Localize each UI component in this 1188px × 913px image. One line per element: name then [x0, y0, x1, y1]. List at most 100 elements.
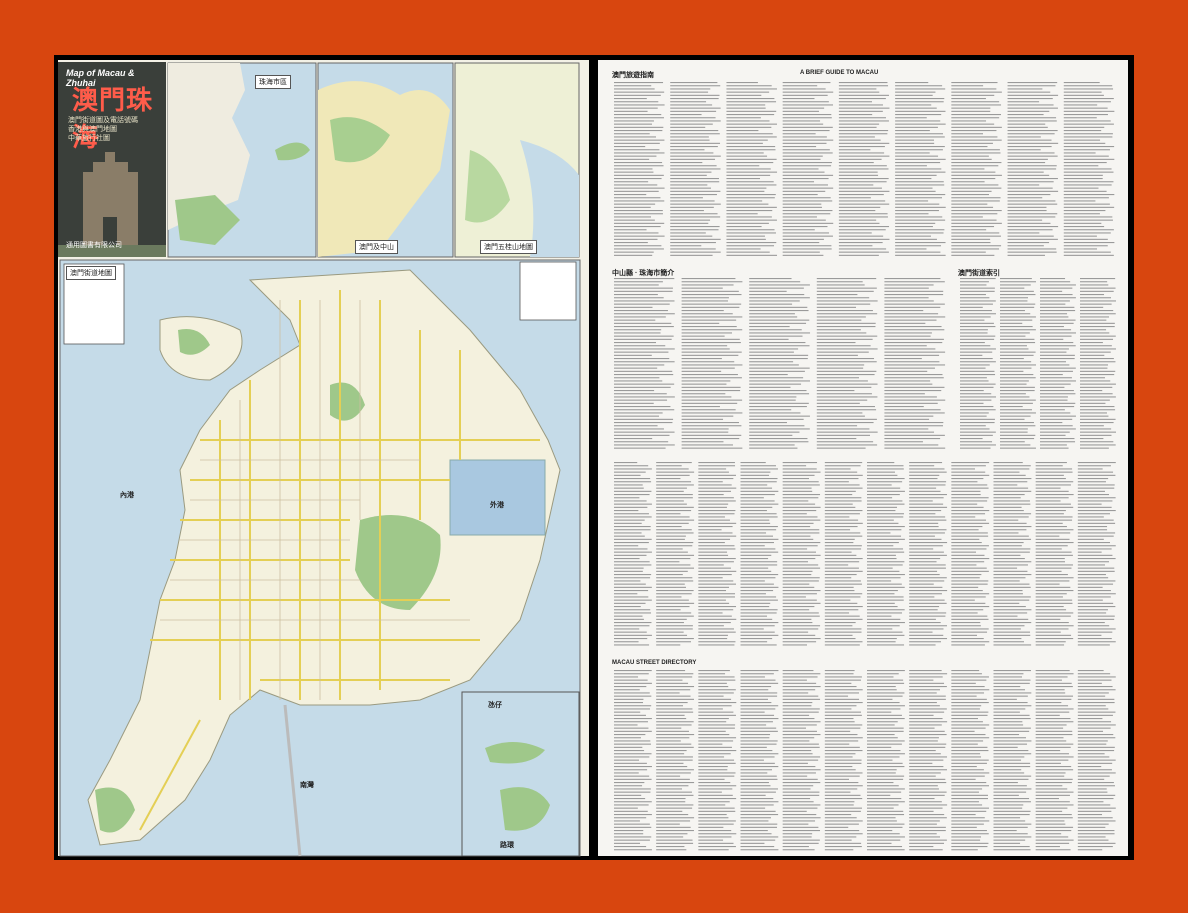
text-line	[614, 730, 652, 732]
text-line	[698, 526, 733, 528]
text-line	[1035, 506, 1074, 508]
text-line	[951, 506, 984, 508]
text-line	[1077, 542, 1110, 544]
text-line	[698, 753, 731, 755]
text-line	[1040, 351, 1067, 353]
text-line	[614, 519, 645, 521]
text-line	[993, 798, 1030, 800]
text-line	[726, 98, 775, 100]
text-line	[1077, 830, 1115, 832]
text-line	[782, 200, 833, 202]
text-line	[1077, 593, 1116, 595]
text-line	[909, 830, 946, 832]
text-line	[1063, 123, 1114, 125]
text-line	[740, 801, 779, 803]
text-line	[951, 775, 985, 777]
text-line	[909, 833, 937, 835]
text-line	[816, 393, 872, 395]
text-line	[681, 415, 734, 417]
text-line	[726, 149, 776, 151]
text-line	[816, 438, 857, 440]
text-line	[656, 734, 695, 736]
text-line	[867, 471, 895, 473]
text-line	[698, 673, 726, 675]
text-line	[895, 91, 936, 93]
text-line	[1035, 606, 1064, 608]
text-line	[816, 326, 876, 328]
text-line	[749, 322, 807, 324]
text-line	[614, 641, 639, 643]
text-line	[909, 586, 943, 588]
text-line	[614, 478, 651, 480]
text-line	[951, 718, 978, 720]
text-line	[782, 702, 813, 704]
text-line	[1077, 570, 1115, 572]
text-line	[614, 338, 672, 340]
text-line	[681, 354, 739, 356]
text-line	[1007, 206, 1047, 208]
text-line	[1080, 431, 1116, 433]
text-line	[614, 354, 652, 356]
text-line	[656, 474, 690, 476]
text-line	[1007, 178, 1058, 180]
text-line	[670, 101, 707, 103]
text-line	[681, 278, 736, 280]
text-line	[960, 425, 986, 427]
text-line	[1063, 162, 1107, 164]
text-line	[656, 631, 684, 633]
text-line	[960, 335, 996, 337]
text-line	[740, 516, 778, 518]
text-line	[884, 412, 945, 414]
text-line	[824, 474, 863, 476]
text-line	[909, 548, 934, 550]
text-line	[951, 216, 983, 218]
text-line	[749, 342, 806, 344]
text-line	[895, 165, 927, 167]
text-line	[782, 146, 817, 148]
text-line	[1080, 310, 1114, 312]
text-line	[698, 487, 737, 489]
text-line	[824, 593, 863, 595]
text-line	[681, 428, 729, 430]
text-line	[726, 139, 768, 141]
text-line	[951, 136, 998, 138]
text-line	[614, 737, 641, 739]
text-line	[670, 222, 709, 224]
text-line	[993, 497, 1021, 499]
text-line	[867, 522, 899, 524]
text-line	[670, 232, 706, 234]
text-line	[1000, 297, 1029, 299]
text-line	[614, 158, 650, 160]
text-line	[895, 178, 932, 180]
text-line	[867, 538, 905, 540]
text-line	[1007, 130, 1058, 132]
text-line	[1000, 329, 1036, 331]
text-line	[782, 682, 817, 684]
text-line	[951, 823, 984, 825]
text-line	[951, 804, 983, 806]
text-line	[1077, 756, 1110, 758]
text-line	[614, 554, 647, 556]
text-line	[1035, 836, 1069, 838]
text-line	[867, 830, 893, 832]
text-line	[838, 82, 888, 84]
text-line	[740, 561, 778, 563]
text-line	[614, 342, 657, 344]
text-line	[884, 399, 946, 401]
text-line	[951, 778, 976, 780]
text-line	[782, 513, 807, 515]
text-line	[656, 721, 694, 723]
text-line	[1000, 351, 1036, 353]
text-line	[698, 519, 730, 521]
text-line	[909, 490, 941, 492]
text-line	[656, 682, 689, 684]
text-line	[1035, 775, 1065, 777]
text-line	[782, 529, 820, 531]
text-line	[838, 248, 887, 250]
text-line	[1007, 238, 1058, 240]
text-line	[1063, 136, 1113, 138]
text-line	[867, 638, 897, 640]
text-line	[816, 335, 878, 337]
text-line	[782, 772, 816, 774]
text-line	[614, 370, 673, 372]
